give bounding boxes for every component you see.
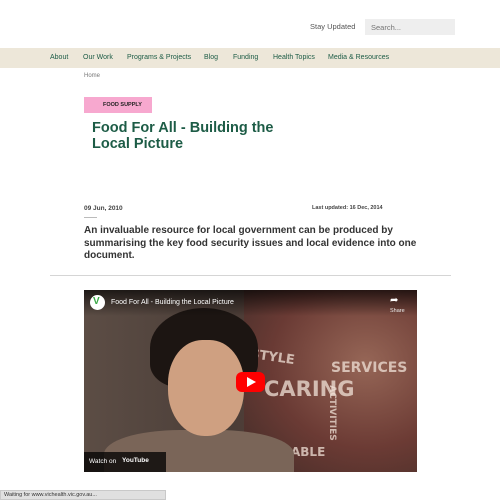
- search-input[interactable]: [365, 19, 455, 35]
- nav-item-health-topics[interactable]: Health Topics: [273, 54, 315, 61]
- publish-date: 09 Jun, 2010: [84, 205, 123, 212]
- watch-on-label: Watch on: [89, 458, 117, 465]
- collage-word-caring: CARING: [264, 377, 355, 401]
- browser-status-bar: Waiting for www.vichealth.vic.gov.au...: [0, 490, 166, 500]
- youtube-logo-icon: YouTube: [122, 457, 149, 464]
- section-divider: [50, 275, 451, 276]
- presenter-face: [168, 340, 244, 436]
- play-button[interactable]: [236, 372, 265, 392]
- last-updated: Last updated: 16 Dec, 2014: [312, 205, 383, 211]
- watch-on-youtube-button[interactable]: Watch on YouTube: [84, 452, 166, 472]
- collage-word-able: ABLE: [291, 445, 326, 459]
- collage-word-services: SERVICES: [331, 360, 408, 376]
- date-divider: [84, 217, 97, 218]
- nav-item-our-work[interactable]: Our Work: [83, 54, 113, 61]
- nav-item-programs-projects[interactable]: Programs & Projects: [127, 54, 191, 61]
- channel-logo-letter: V: [93, 296, 100, 307]
- share-icon[interactable]: ➦: [390, 295, 398, 306]
- stay-updated-link[interactable]: Stay Updated: [310, 22, 355, 31]
- nav-item-blog[interactable]: Blog: [204, 54, 218, 61]
- video-player[interactable]: STYLE SERVICES CARING ACTIVITIES ABLE V …: [84, 290, 417, 472]
- share-label[interactable]: Share: [390, 308, 405, 314]
- nav-item-media-resources[interactable]: Media & Resources: [328, 54, 389, 61]
- main-nav: About Our Work Programs & Projects Blog …: [0, 48, 500, 68]
- collage-word-activities: ACTIVITIES: [326, 385, 337, 441]
- nav-item-about[interactable]: About: [50, 54, 68, 61]
- channel-logo-icon[interactable]: V: [90, 295, 105, 310]
- page-title: Food For All - Building the Local Pictur…: [92, 120, 274, 152]
- category-tag[interactable]: FOOD SUPPLY: [84, 97, 152, 113]
- site-header: Stay Updated: [0, 0, 500, 48]
- nav-item-funding[interactable]: Funding: [233, 54, 258, 61]
- video-title[interactable]: Food For All - Building the Local Pictur…: [111, 299, 234, 306]
- breadcrumb-home[interactable]: Home: [84, 73, 100, 79]
- article-lead: An invaluable resource for local governm…: [84, 225, 417, 261]
